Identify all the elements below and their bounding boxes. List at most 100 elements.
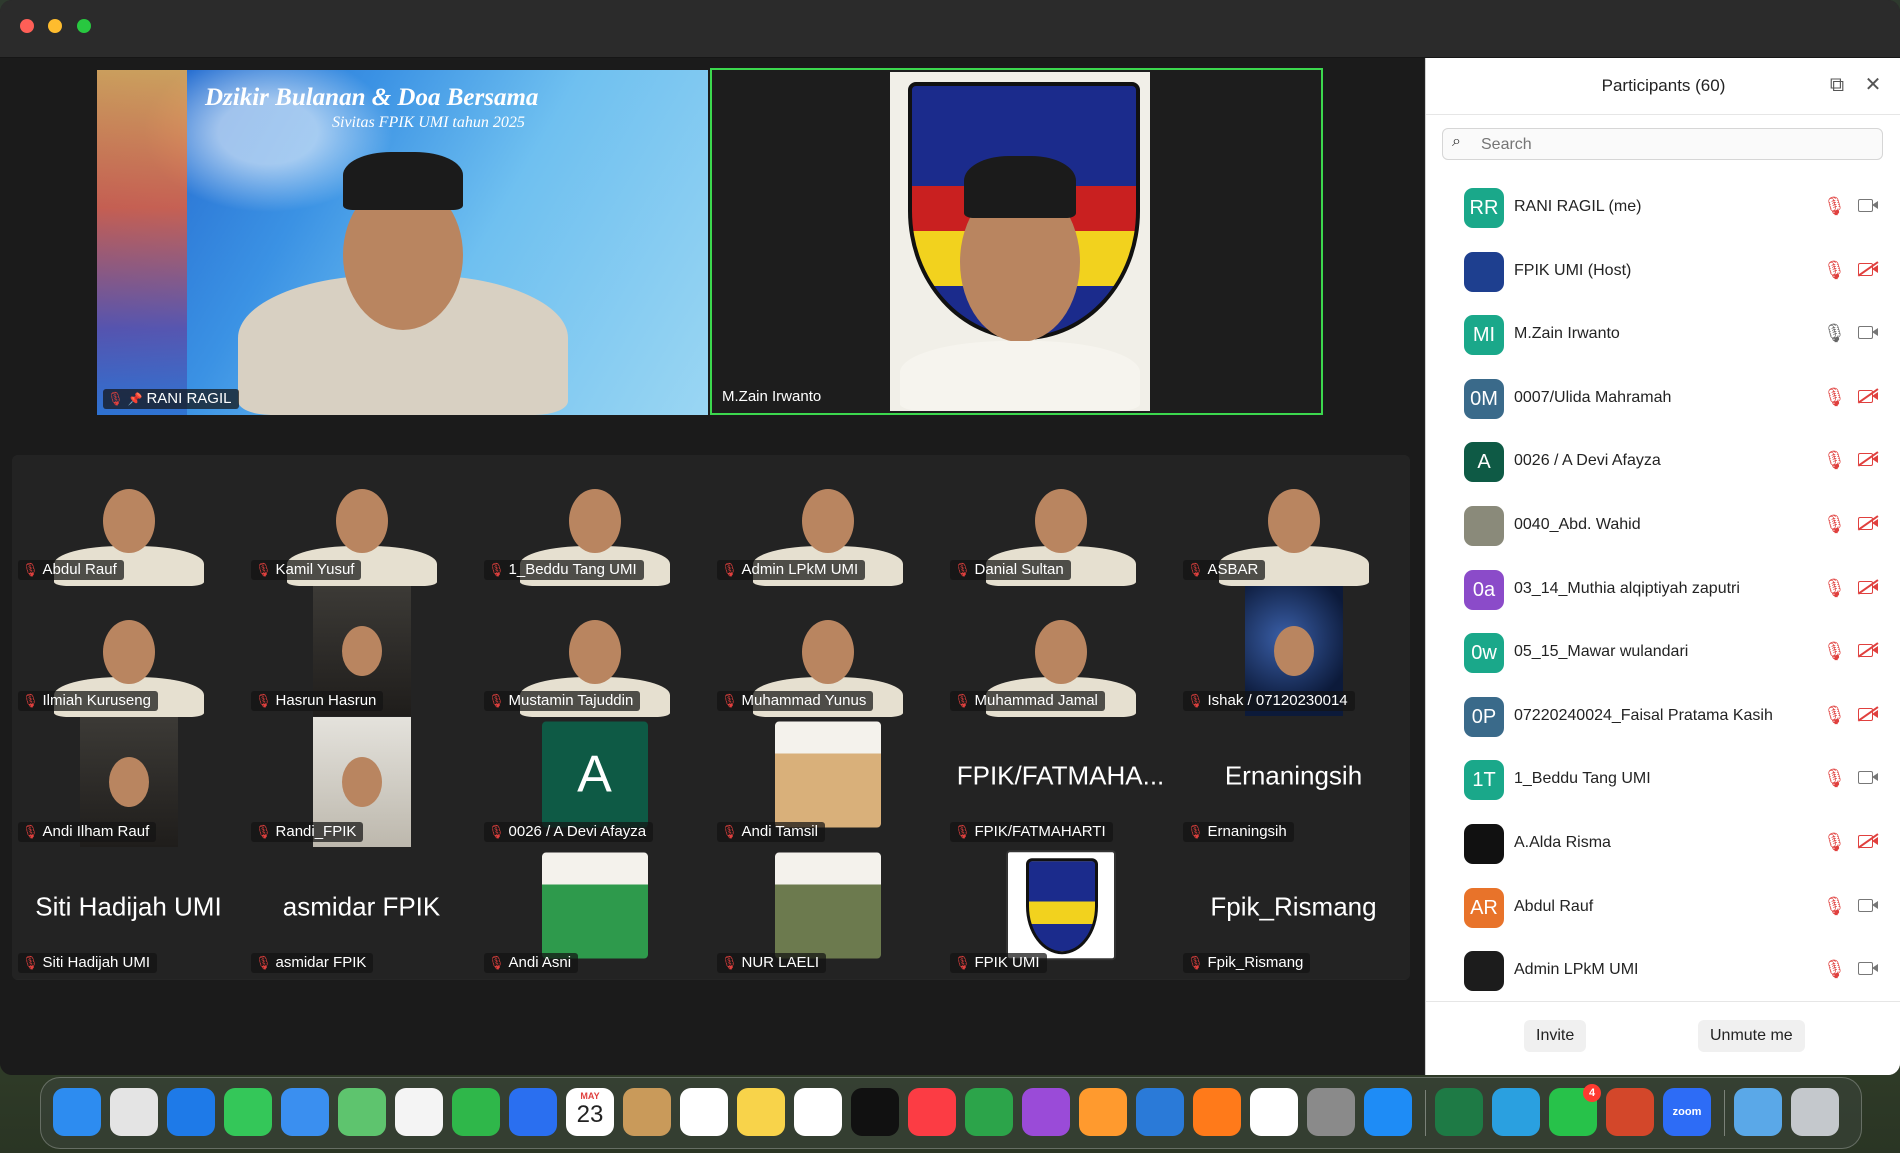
minimize-window-button[interactable] [48, 19, 62, 33]
contacts-icon[interactable] [623, 1088, 671, 1136]
camera-off-icon[interactable] [1858, 389, 1878, 403]
invite-button[interactable]: Invite [1524, 1020, 1587, 1052]
participant-row[interactable]: 0M 0007/Ulida Mahramah 🎙 [1426, 367, 1900, 431]
appletv-icon[interactable] [851, 1088, 899, 1136]
participant-tile[interactable]: 🎙 Randi_FPIK [245, 717, 478, 848]
mail-icon[interactable] [281, 1088, 329, 1136]
participant-tile[interactable]: FPIK/FATMAHA... 🎙 FPIK/FATMAHARTI [944, 717, 1177, 848]
music-icon[interactable] [908, 1088, 956, 1136]
participant-tile[interactable]: 🎙 FPIK UMI [944, 848, 1177, 979]
search-box[interactable]: ⌕ [1442, 128, 1883, 160]
participant-row[interactable]: A 0026 / A Devi Afayza 🎙 [1426, 430, 1900, 494]
participant-tile[interactable]: 🎙 Ilmiah Kuruseng [12, 586, 245, 717]
participant-tile[interactable]: 🎙 Muhammad Jamal [944, 586, 1177, 717]
search-input[interactable] [1479, 133, 1863, 157]
zoom-icon[interactable]: zoom [1663, 1088, 1711, 1136]
muted-mic-icon[interactable]: 🎙 [1823, 514, 1846, 535]
keynote-icon[interactable] [509, 1088, 557, 1136]
maps-icon[interactable] [338, 1088, 386, 1136]
muted-mic-icon[interactable]: 🎙 [1823, 896, 1846, 917]
participant-tile[interactable]: 🎙 Muhammad Yunus [711, 586, 944, 717]
participant-row[interactable]: 1T 1_Beddu Tang UMI 🎙 [1426, 748, 1900, 812]
camera-icon[interactable] [1858, 961, 1878, 976]
messages-icon[interactable] [224, 1088, 272, 1136]
participant-tile[interactable]: 🎙 Admin LPkM UMI [711, 455, 944, 586]
muted-mic-icon[interactable]: 🎙 [1823, 641, 1846, 662]
participant-tile[interactable]: 🎙 Andi Asni [478, 848, 711, 979]
participant-tile[interactable]: 🎙 Ishak / 07120230014 [1177, 586, 1410, 717]
firefox-icon[interactable] [1193, 1088, 1241, 1136]
camera-icon[interactable] [1858, 198, 1878, 212]
muted-mic-icon[interactable]: 🎙 [1823, 450, 1846, 471]
participant-tile[interactable]: 🎙 Abdul Rauf [12, 455, 245, 586]
camera-off-icon[interactable] [1858, 834, 1878, 848]
muted-mic-icon[interactable]: 🎙 [1823, 832, 1846, 853]
freeform-icon[interactable] [794, 1088, 842, 1136]
telegram-icon[interactable] [1492, 1088, 1540, 1136]
downloads-folder-icon[interactable] [1734, 1088, 1782, 1136]
camera-off-icon[interactable] [1858, 707, 1878, 721]
reminders-icon[interactable] [680, 1088, 728, 1136]
close-window-button[interactable] [20, 19, 34, 33]
participant-tile[interactable]: Siti Hadijah UMI 🎙 Siti Hadijah UMI [12, 848, 245, 979]
calendar-icon[interactable]: MAY 23 [566, 1088, 614, 1136]
participant-row[interactable]: Admin LPkM UMI 🎙 [1426, 939, 1900, 1003]
participant-tile[interactable]: 🎙 Danial Sultan [944, 455, 1177, 586]
camera-off-icon[interactable] [1858, 262, 1878, 276]
participant-row[interactable]: 0P 07220240024_Faisal Pratama Kasih 🎙 [1426, 685, 1900, 749]
camera-icon[interactable] [1858, 325, 1878, 340]
participant-row[interactable]: MI M.Zain Irwanto 🎙 [1426, 303, 1900, 367]
participant-row[interactable]: 0a 03_14_Muthia alqiptiyah zaputri 🎙 [1426, 558, 1900, 622]
participant-tile[interactable]: 🎙 NUR LAELI [711, 848, 944, 979]
muted-mic-icon[interactable]: 🎙 [1823, 196, 1846, 217]
participant-row[interactable]: A.Alda Risma 🎙 [1426, 812, 1900, 876]
photos-icon[interactable] [395, 1088, 443, 1136]
participant-tile[interactable]: 🎙 Andi Ilham Rauf [12, 717, 245, 848]
settings-icon[interactable] [1307, 1088, 1355, 1136]
close-icon[interactable]: ✕ [1862, 74, 1884, 96]
appstore-icon[interactable] [1364, 1088, 1412, 1136]
mic-icon[interactable]: 🎙 [1823, 323, 1846, 344]
chrome-icon[interactable] [1250, 1088, 1298, 1136]
camera-off-icon[interactable] [1858, 643, 1878, 658]
finder-icon[interactable] [53, 1088, 101, 1136]
participant-row[interactable]: AR Abdul Rauf 🎙 [1426, 876, 1900, 940]
muted-mic-icon[interactable]: 🎙 [1823, 387, 1846, 408]
participant-tile[interactable]: Ernaningsih 🎙 Ernaningsih [1177, 717, 1410, 848]
participant-row[interactable]: 0w 05_15_Mawar wulandari 🎙 [1426, 621, 1900, 685]
participant-tile[interactable]: Fpik_Rismang 🎙 Fpik_Rismang [1177, 848, 1410, 979]
facetime-icon[interactable] [452, 1088, 500, 1136]
powerpoint-icon[interactable] [1606, 1088, 1654, 1136]
participant-row[interactable]: FPIK UMI (Host) 🎙 [1426, 240, 1900, 304]
muted-mic-icon[interactable]: 🎙 [1823, 959, 1846, 980]
safari-icon[interactable] [167, 1088, 215, 1136]
camera-off-icon[interactable] [1858, 580, 1878, 594]
participant-tile[interactable]: 🎙 Hasrun Hasrun [245, 586, 478, 717]
camera-icon[interactable] [1858, 770, 1878, 785]
camera-icon[interactable] [1858, 898, 1878, 912]
trash-icon[interactable] [1791, 1088, 1839, 1136]
participant-tile[interactable]: 🎙 Kamil Yusuf [245, 455, 478, 586]
launchpad-icon[interactable] [110, 1088, 158, 1136]
excel-icon[interactable] [1435, 1088, 1483, 1136]
zoom-window-button[interactable] [77, 19, 91, 33]
muted-mic-icon[interactable]: 🎙 [1823, 578, 1846, 599]
muted-mic-icon[interactable]: 🎙 [1823, 260, 1846, 281]
pages-icon[interactable] [1079, 1088, 1127, 1136]
numbers-icon[interactable] [965, 1088, 1013, 1136]
muted-mic-icon[interactable]: 🎙 [1823, 705, 1846, 726]
muted-mic-icon[interactable]: 🎙 [1823, 768, 1846, 789]
participant-tile[interactable]: 🎙 Mustamin Tajuddin [478, 586, 711, 717]
camera-off-icon[interactable] [1858, 452, 1878, 467]
participant-tile[interactable]: A 🎙 0026 / A Devi Afayza [478, 717, 711, 848]
speaker-tile-1[interactable]: Dzikir Bulanan & Doa Bersama Sivitas FPI… [97, 70, 708, 415]
notes-icon[interactable] [737, 1088, 785, 1136]
whatsapp-icon[interactable]: 4 [1549, 1084, 1601, 1136]
edge-icon[interactable] [1136, 1088, 1184, 1136]
participant-tile[interactable]: 🎙 Andi Tamsil [711, 717, 944, 848]
podcasts-icon[interactable] [1022, 1088, 1070, 1136]
speaker-tile-2[interactable]: M.Zain Irwanto [710, 68, 1323, 415]
participant-tile[interactable]: asmidar FPIK 🎙 asmidar FPIK [245, 848, 478, 979]
participant-tile[interactable]: 🎙 1_Beddu Tang UMI [478, 455, 711, 586]
camera-off-icon[interactable] [1858, 516, 1878, 530]
